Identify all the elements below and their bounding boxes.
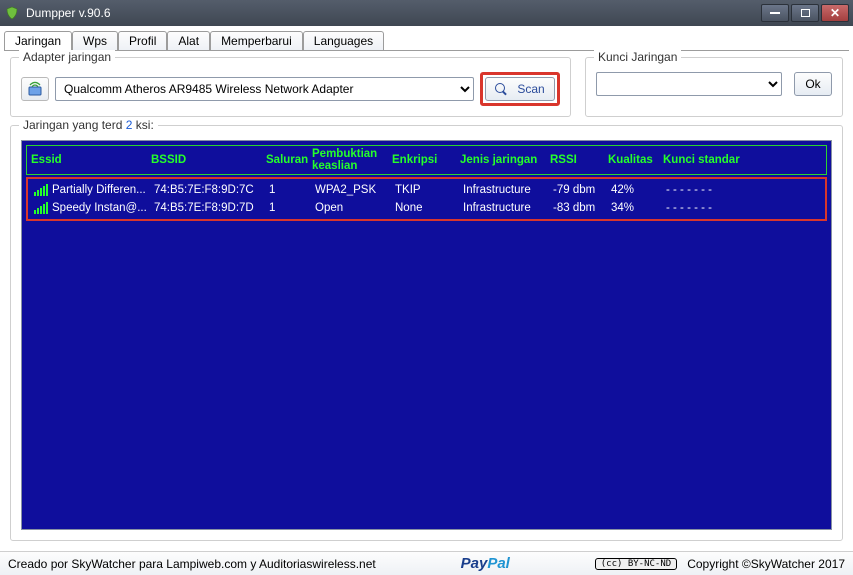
maximize-button[interactable] bbox=[791, 4, 819, 22]
table-row[interactable]: Partially Differen... 74:B5:7E:F8:9D:7C … bbox=[30, 181, 823, 199]
col-rssi[interactable]: RSSI bbox=[550, 154, 608, 166]
rows-highlight: Partially Differen... 74:B5:7E:F8:9D:7C … bbox=[26, 177, 827, 221]
signal-icon bbox=[34, 202, 48, 214]
col-encryption[interactable]: Enkripsi bbox=[392, 154, 460, 166]
footer: Creado por SkyWatcher para Lampiweb.com … bbox=[0, 551, 853, 575]
detected-legend: Jaringan yang terd 2 ksi: bbox=[19, 118, 158, 132]
col-bssid[interactable]: BSSID bbox=[151, 154, 266, 166]
key-legend: Kunci Jaringan bbox=[594, 50, 681, 64]
search-icon bbox=[495, 83, 507, 95]
table-header: Essid BSSID Saluran Pembuktian keaslian … bbox=[26, 145, 827, 175]
window-title: Dumpper v.90.6 bbox=[26, 6, 111, 20]
col-quality[interactable]: Kualitas bbox=[608, 154, 663, 166]
tab-memperbarui[interactable]: Memperbarui bbox=[210, 31, 303, 50]
key-select[interactable] bbox=[596, 72, 782, 96]
copyright: Copyright ©SkyWatcher 2017 bbox=[687, 557, 845, 571]
tab-wps[interactable]: Wps bbox=[72, 31, 118, 50]
tabbar: Jaringan Wps Profil Alat Memperbarui Lan… bbox=[4, 28, 849, 50]
tab-profil[interactable]: Profil bbox=[118, 31, 167, 50]
adapter-group: Adapter jaringan Qualcomm Atheros AR9485… bbox=[10, 57, 571, 117]
col-auth[interactable]: Pembuktian keaslian bbox=[312, 148, 392, 172]
adapter-select[interactable]: Qualcomm Atheros AR9485 Wireless Network… bbox=[55, 77, 474, 101]
close-button[interactable]: ✕ bbox=[821, 4, 849, 22]
col-channel[interactable]: Saluran bbox=[266, 154, 312, 166]
scan-button[interactable]: Scan bbox=[485, 77, 555, 101]
footer-right: (cc) BY-NC-ND Copyright ©SkyWatcher 2017 bbox=[595, 557, 845, 571]
ok-button[interactable]: Ok bbox=[794, 72, 832, 96]
network-table: Essid BSSID Saluran Pembuktian keaslian … bbox=[21, 140, 832, 530]
col-default-key[interactable]: Kunci standar bbox=[663, 154, 783, 166]
tab-jaringan[interactable]: Jaringan bbox=[4, 31, 72, 50]
table-row[interactable]: Speedy Instan@... 74:B5:7E:F8:9D:7D 1 Op… bbox=[30, 199, 823, 217]
col-network-type[interactable]: Jenis jaringan bbox=[460, 154, 550, 166]
detected-group: Jaringan yang terd 2 ksi: Essid BSSID Sa… bbox=[10, 125, 843, 541]
cc-badge[interactable]: (cc) BY-NC-ND bbox=[595, 558, 677, 570]
footer-left: Creado por SkyWatcher para Lampiweb.com … bbox=[8, 557, 376, 571]
scan-label: Scan bbox=[517, 82, 544, 96]
adapter-icon bbox=[21, 77, 49, 101]
tab-languages[interactable]: Languages bbox=[303, 31, 384, 50]
adapter-legend: Adapter jaringan bbox=[19, 50, 115, 64]
titlebar: Dumpper v.90.6 ✕ bbox=[0, 0, 853, 26]
footer-paypal[interactable]: PayPal bbox=[376, 555, 595, 572]
minimize-button[interactable] bbox=[761, 4, 789, 22]
app-icon bbox=[4, 5, 20, 21]
signal-icon bbox=[34, 184, 48, 196]
col-essid[interactable]: Essid bbox=[31, 154, 151, 166]
tab-alat[interactable]: Alat bbox=[167, 31, 210, 50]
key-group: Kunci Jaringan Ok bbox=[585, 57, 843, 117]
scan-highlight: Scan bbox=[480, 72, 560, 106]
